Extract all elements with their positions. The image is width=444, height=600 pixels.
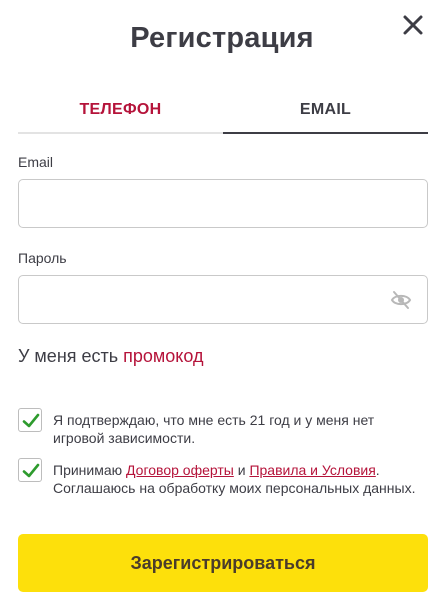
- tab-phone[interactable]: ТЕЛЕФОН: [18, 96, 223, 134]
- promo-code-link[interactable]: промокод: [123, 346, 203, 366]
- terms-text-before: Принимаю: [53, 462, 127, 478]
- tab-email[interactable]: EMAIL: [223, 96, 428, 134]
- close-button[interactable]: [400, 12, 426, 38]
- email-label: Email: [18, 154, 54, 170]
- register-button[interactable]: Зарегистрироваться: [18, 534, 428, 592]
- terms-and-conditions-link[interactable]: Правила и Условия: [249, 462, 375, 478]
- password-visibility-toggle[interactable]: [390, 289, 412, 311]
- page-title: Регистрация: [130, 22, 314, 54]
- promo-prefix: У меня есть: [18, 346, 124, 366]
- close-icon: [403, 15, 423, 35]
- checkmark-icon: [22, 413, 40, 428]
- password-label: Пароль: [18, 250, 67, 266]
- tab-bar: ТЕЛЕФОН EMAIL: [18, 96, 428, 134]
- checkmark-icon: [22, 463, 40, 478]
- age-confirm-checkbox[interactable]: [18, 408, 42, 432]
- eye-slash-icon: [390, 291, 412, 309]
- terms-text-middle: и: [233, 462, 250, 478]
- email-field[interactable]: [18, 179, 428, 228]
- terms-accept-checkbox[interactable]: [18, 458, 42, 482]
- age-confirm-text: Я подтверждаю, что мне есть 21 год и у м…: [53, 412, 375, 446]
- tab-phone-label: ТЕЛЕФОН: [79, 101, 162, 118]
- offer-agreement-link[interactable]: Договор оферты: [126, 462, 234, 478]
- terms-accept-text: Принимаю Договор оферты и Правила и Усло…: [53, 461, 423, 497]
- promo-row: У меня есть промокод: [18, 346, 204, 367]
- password-field[interactable]: [18, 275, 428, 324]
- tab-email-label: EMAIL: [299, 101, 352, 118]
